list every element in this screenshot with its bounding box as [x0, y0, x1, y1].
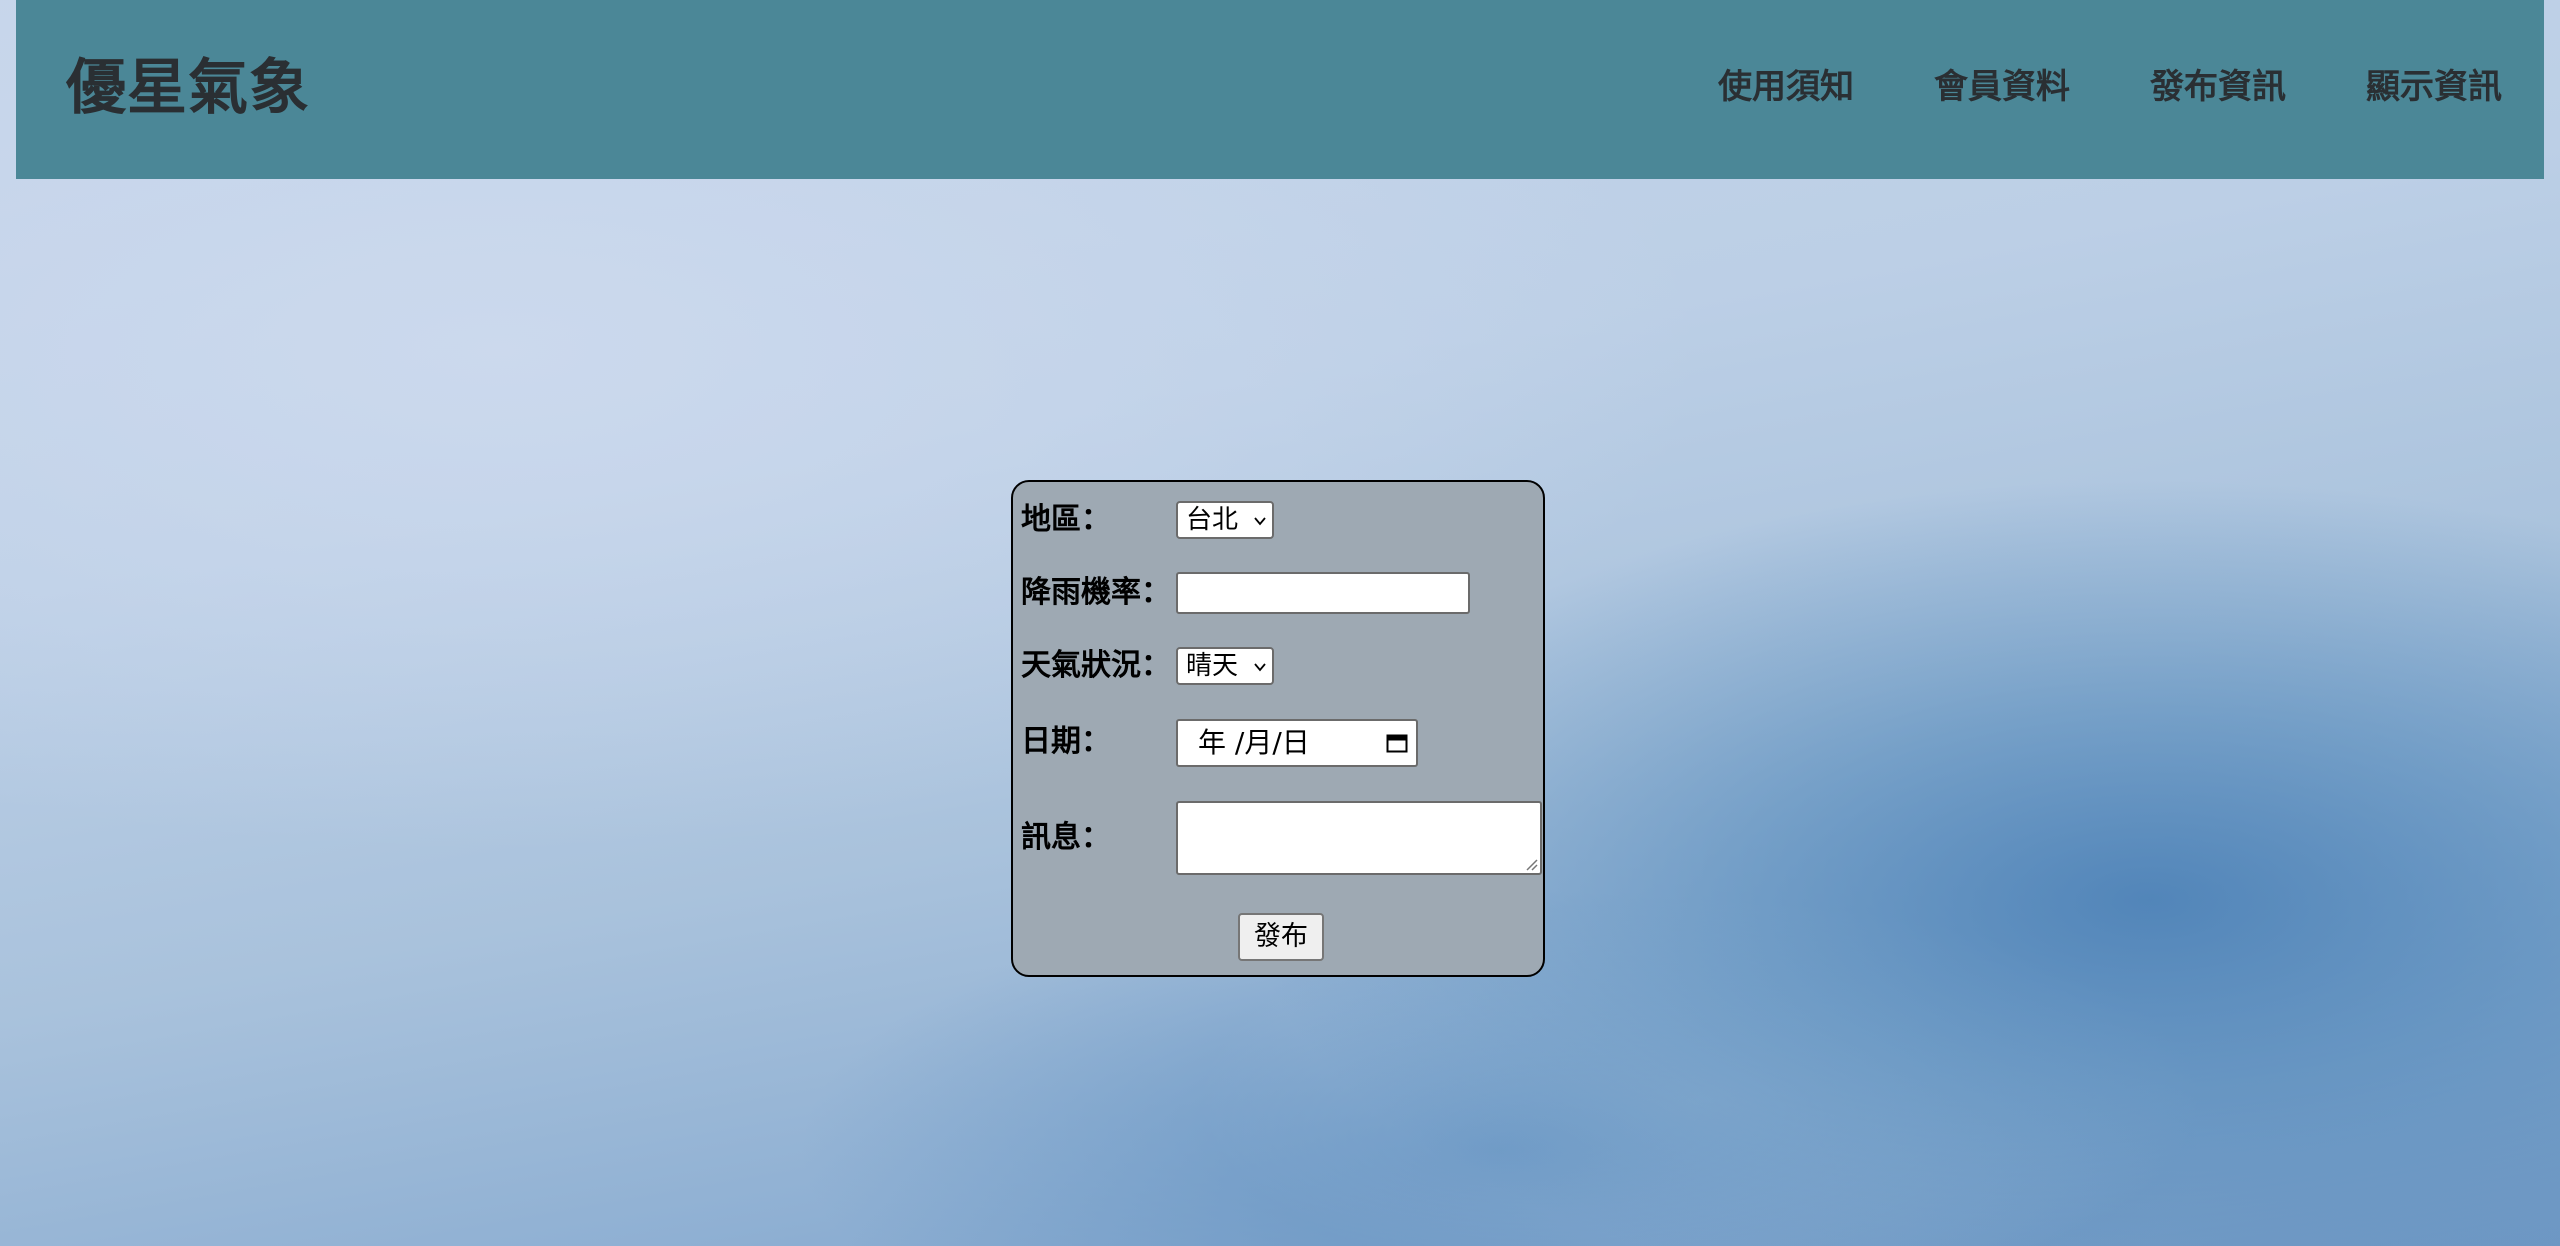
chevron-down-icon	[1254, 517, 1266, 526]
weather-select[interactable]: 晴天	[1176, 647, 1274, 685]
publish-form: 地區： 台北 降雨機率： 天氣狀況： 晴天 日期： 年 /月/日 訊息： 發布	[1011, 480, 1545, 977]
nav-link-publish-info[interactable]: 發布資訊	[2150, 62, 2286, 112]
nav-link-display-info[interactable]: 顯示資訊	[2366, 62, 2502, 112]
publish-button[interactable]: 發布	[1238, 913, 1324, 961]
site-logo[interactable]: 優星氣象	[66, 46, 310, 130]
nav-link-member-info[interactable]: 會員資料	[1934, 62, 2070, 112]
region-select-value: 台北	[1186, 505, 1239, 535]
date-label: 日期：	[1021, 724, 1111, 759]
message-label: 訊息：	[1021, 820, 1111, 855]
weather-label: 天氣狀況：	[1021, 648, 1171, 683]
rain-probability-label: 降雨機率：	[1021, 575, 1171, 610]
chevron-down-icon	[1254, 663, 1266, 672]
date-placeholder: 年 /月/日	[1198, 726, 1310, 759]
weather-select-value: 晴天	[1186, 651, 1239, 681]
message-textarea[interactable]	[1176, 801, 1542, 875]
region-select[interactable]: 台北	[1176, 501, 1274, 539]
calendar-icon[interactable]	[1386, 733, 1408, 753]
main-nav: 使用須知 會員資料 發布資訊 顯示資訊	[1718, 62, 2502, 112]
nav-link-usage-notes[interactable]: 使用須知	[1718, 62, 1854, 112]
region-label: 地區：	[1021, 502, 1111, 537]
resize-handle-icon[interactable]	[1524, 857, 1538, 871]
rain-probability-input[interactable]	[1176, 572, 1470, 614]
date-input[interactable]: 年 /月/日	[1176, 719, 1418, 767]
site-header: 優星氣象 使用須知 會員資料 發布資訊 顯示資訊	[16, 0, 2544, 179]
